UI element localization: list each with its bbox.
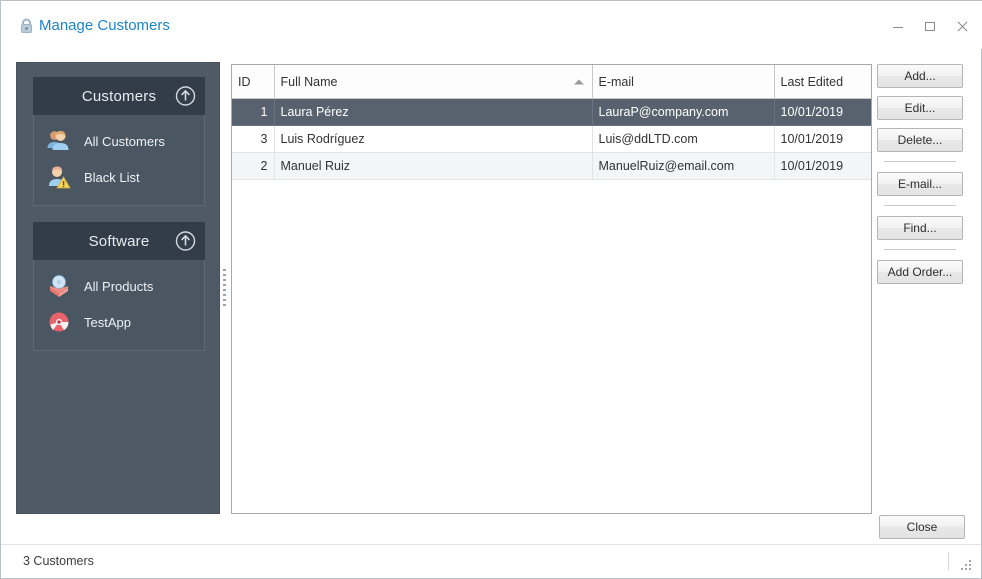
splitter-grip-icon [223,269,226,307]
sidebar-item-testapp[interactable]: TestApp [34,304,204,340]
status-bar: 3 Customers [1,544,981,578]
window-controls [891,19,969,33]
sort-ascending-icon [573,79,584,84]
customers-table: ID Full Name E-mail Last Edited 1 Laura … [231,64,872,514]
column-label: ID [238,74,251,89]
button-separator [884,249,956,250]
table-row[interactable]: 2 Manuel Ruiz ManuelRuiz@email.com 10/01… [232,152,871,180]
add-button[interactable]: Add... [877,64,963,88]
sidebar-item-label: All Customers [84,133,165,149]
close-button[interactable]: Close [879,515,965,539]
column-label: Full Name [280,74,338,89]
cell-last-edited: 10/01/2019 [774,152,871,180]
sidebar-group-body-software: All Products TestApp [33,260,205,351]
find-button[interactable]: Find... [877,216,963,240]
cell-email: LauraP@company.com [592,98,775,126]
sidebar-group-software: Software All Products TestApp [33,222,205,351]
column-label: E-mail [598,74,634,89]
cell-full-name: Luis Rodríguez [274,125,593,153]
cell-full-name: Manuel Ruiz [274,152,593,180]
sidebar-item-all-customers[interactable]: All Customers [34,123,204,159]
column-header-full-name[interactable]: Full Name [274,65,593,99]
disc-icon [46,309,72,335]
action-button-column: Add... Edit... Delete... E-mail... Find.… [877,64,963,292]
sidebar-splitter[interactable] [220,62,230,514]
sidebar-group-header-software[interactable]: Software [33,222,205,260]
circle-up-arrow-icon[interactable] [175,231,196,252]
cell-last-edited: 10/01/2019 [774,125,871,153]
add-order-button[interactable]: Add Order... [877,260,963,284]
resize-grip-icon[interactable] [960,559,973,572]
user-warning-icon [46,164,72,190]
cell-id: 2 [232,152,275,180]
manage-customers-window: Manage Customers Customers All Customers… [0,0,982,579]
cell-full-name: Laura Pérez [274,98,593,126]
column-label: Last Edited [780,74,844,89]
sidebar-item-label: TestApp [84,314,131,330]
column-header-id[interactable]: ID [232,65,275,99]
column-header-last-edited[interactable]: Last Edited [774,65,871,99]
sidebar-item-label: Black List [84,169,140,185]
email-button[interactable]: E-mail... [877,172,963,196]
sidebar: Customers All Customers Black List Softw… [16,62,220,514]
cell-id: 1 [232,98,275,126]
delete-button[interactable]: Delete... [877,128,963,152]
status-divider [948,552,949,570]
sidebar-group-body-customers: All Customers Black List [33,115,205,206]
sidebar-group-header-customers[interactable]: Customers [33,77,205,115]
table-row[interactable]: 1 Laura Pérez LauraP@company.com 10/01/2… [232,98,871,126]
button-separator [884,205,956,206]
button-separator [884,161,956,162]
status-text: 3 Customers [23,554,94,568]
sidebar-item-all-products[interactable]: All Products [34,268,204,304]
table-row[interactable]: 3 Luis Rodríguez Luis@ddLTD.com 10/01/20… [232,125,871,153]
minimize-icon[interactable] [891,19,905,33]
sidebar-group-title: Software [88,232,150,250]
cell-email: ManuelRuiz@email.com [592,152,775,180]
close-icon[interactable] [955,19,969,33]
column-header-email[interactable]: E-mail [592,65,775,99]
cell-last-edited: 10/01/2019 [774,98,871,126]
cell-email: Luis@ddLTD.com [592,125,775,153]
page-title: Manage Customers [39,17,170,34]
sidebar-item-black-list[interactable]: Black List [34,159,204,195]
cell-id: 3 [232,125,275,153]
edit-button[interactable]: Edit... [877,96,963,120]
sidebar-item-label: All Products [84,278,154,294]
two-users-icon [46,128,72,154]
sidebar-group-title: Customers [81,87,157,105]
lock-icon [19,18,34,34]
maximize-icon[interactable] [923,19,937,33]
title-bar: Manage Customers [1,1,982,49]
circle-up-arrow-icon[interactable] [175,86,196,107]
cd-box-icon [46,273,72,299]
sidebar-group-customers: Customers All Customers Black List [33,77,205,206]
table-header-row: ID Full Name E-mail Last Edited [232,65,871,99]
